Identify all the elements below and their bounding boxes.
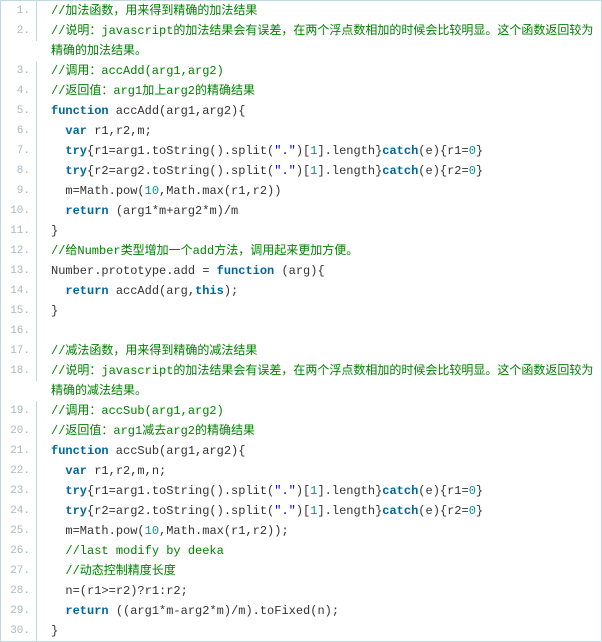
code-line: 29. return ((arg1*m-arg2*m)/m).toFixed(n…: [1, 601, 601, 621]
code-line: 14. return accAdd(arg,this);: [1, 281, 601, 301]
code-content: //动态控制精度长度: [51, 561, 601, 581]
line-number: 3.: [1, 61, 37, 81]
code-line: 9. m=Math.pow(10,Math.max(r1,r2)): [1, 181, 601, 201]
code-line: 21. function accSub(arg1,arg2){: [1, 441, 601, 461]
line-number: 4.: [1, 81, 37, 101]
line-number: 10.: [1, 201, 37, 221]
line-number: 15.: [1, 301, 37, 321]
line-number: 17.: [1, 341, 37, 361]
code-line: 3. //调用：accAdd(arg1,arg2): [1, 61, 601, 81]
code-content: }: [51, 621, 601, 641]
code-content: //减法函数，用来得到精确的减法结果: [51, 341, 601, 361]
line-number: 1.: [1, 1, 37, 21]
code-content: //调用：accAdd(arg1,arg2): [51, 61, 601, 81]
code-content: var r1,r2,m;: [51, 121, 601, 141]
code-block: 1. //加法函数，用来得到精确的加法结果 2. //说明：javascript的加法…: [0, 0, 602, 642]
code-content: m=Math.pow(10,Math.max(r1,r2));: [51, 521, 601, 541]
line-number: 18.: [1, 361, 37, 381]
code-line: 5. function accAdd(arg1,arg2){: [1, 101, 601, 121]
code-content: //返回值：arg1加上arg2的精确结果: [51, 81, 601, 101]
code-content: //返回值：arg1减去arg2的精确结果: [51, 421, 601, 441]
code-line: 12. //给Number类型增加一个add方法，调用起来更加方便。: [1, 241, 601, 261]
code-line: 25. m=Math.pow(10,Math.max(r1,r2));: [1, 521, 601, 541]
line-number: 9.: [1, 181, 37, 201]
line-number: 20.: [1, 421, 37, 441]
code-line: 2. //说明：javascript的加法结果会有误差，在两个浮点数相加的时候会比…: [1, 21, 601, 61]
code-content: n=(r1>=r2)?r1:r2;: [51, 581, 601, 601]
code-content: return ((arg1*m-arg2*m)/m).toFixed(n);: [51, 601, 601, 621]
line-number: 24.: [1, 501, 37, 521]
code-content: //加法函数，用来得到精确的加法结果: [51, 1, 601, 21]
line-number: 5.: [1, 101, 37, 121]
code-content: }: [51, 301, 601, 321]
line-number: 2.: [1, 21, 37, 41]
line-number: 16.: [1, 321, 37, 341]
line-number: 6.: [1, 121, 37, 141]
line-number: 11.: [1, 221, 37, 241]
code-content: try{r2=arg2.toString().split(".")[1].len…: [51, 501, 601, 521]
code-line: 1. //加法函数，用来得到精确的加法结果: [1, 1, 601, 21]
code-line: 22. var r1,r2,m,n;: [1, 461, 601, 481]
code-line: 27. //动态控制精度长度: [1, 561, 601, 581]
code-content: //给Number类型增加一个add方法，调用起来更加方便。: [51, 241, 601, 261]
line-number: 19.: [1, 401, 37, 421]
line-number: 26.: [1, 541, 37, 561]
code-line: 6. var r1,r2,m;: [1, 121, 601, 141]
code-content: try{r1=arg1.toString().split(".")[1].len…: [51, 141, 601, 161]
code-content: m=Math.pow(10,Math.max(r1,r2)): [51, 181, 601, 201]
line-number: 8.: [1, 161, 37, 181]
code-line: 28. n=(r1>=r2)?r1:r2;: [1, 581, 601, 601]
code-line: 23. try{r1=arg1.toString().split(".")[1]…: [1, 481, 601, 501]
code-content: Number.prototype.add = function (arg){: [51, 261, 601, 281]
code-content: //调用：accSub(arg1,arg2): [51, 401, 601, 421]
line-number: 22.: [1, 461, 37, 481]
code-content: }: [51, 221, 601, 241]
code-line: 8. try{r2=arg2.toString().split(".")[1].…: [1, 161, 601, 181]
code-content: var r1,r2,m,n;: [51, 461, 601, 481]
code-line: 15.}: [1, 301, 601, 321]
code-line: 13. Number.prototype.add = function (arg)…: [1, 261, 601, 281]
code-line: 10. return (arg1*m+arg2*m)/m: [1, 201, 601, 221]
code-line: 18. //说明：javascript的加法结果会有误差，在两个浮点数相加的时候会…: [1, 361, 601, 401]
code-content: return accAdd(arg,this);: [51, 281, 601, 301]
code-content: function accAdd(arg1,arg2){: [51, 101, 601, 121]
line-number: 12.: [1, 241, 37, 261]
code-line: 24. try{r2=arg2.toString().split(".")[1]…: [1, 501, 601, 521]
code-content: try{r1=arg1.toString().split(".")[1].len…: [51, 481, 601, 501]
code-content: //last modify by deeka: [51, 541, 601, 561]
code-content: [51, 321, 601, 341]
code-line: 4. //返回值：arg1加上arg2的精确结果: [1, 81, 601, 101]
code-line: 11.}: [1, 221, 601, 241]
line-number: 25.: [1, 521, 37, 541]
code-line: 7. try{r1=arg1.toString().split(".")[1].…: [1, 141, 601, 161]
code-content: return (arg1*m+arg2*m)/m: [51, 201, 601, 221]
line-number: 27.: [1, 561, 37, 581]
line-number: 30.: [1, 621, 37, 641]
line-number: 23.: [1, 481, 37, 501]
line-number: 7.: [1, 141, 37, 161]
code-line: 16.: [1, 321, 601, 341]
line-number: 28.: [1, 581, 37, 601]
line-number: 13.: [1, 261, 37, 281]
code-content: function accSub(arg1,arg2){: [51, 441, 601, 461]
code-line: 20. //返回值：arg1减去arg2的精确结果: [1, 421, 601, 441]
code-line: 26. //last modify by deeka: [1, 541, 601, 561]
code-content: //说明：javascript的加法结果会有误差，在两个浮点数相加的时候会比较明…: [51, 21, 601, 61]
line-number: 14.: [1, 281, 37, 301]
line-number: 21.: [1, 441, 37, 461]
line-number: 29.: [1, 601, 37, 621]
code-line: 19. //调用：accSub(arg1,arg2): [1, 401, 601, 421]
code-content: //说明：javascript的加法结果会有误差，在两个浮点数相加的时候会比较明…: [51, 361, 601, 401]
code-line: 17. //减法函数，用来得到精确的减法结果: [1, 341, 601, 361]
code-line: 30.}: [1, 621, 601, 641]
code-content: try{r2=arg2.toString().split(".")[1].len…: [51, 161, 601, 181]
